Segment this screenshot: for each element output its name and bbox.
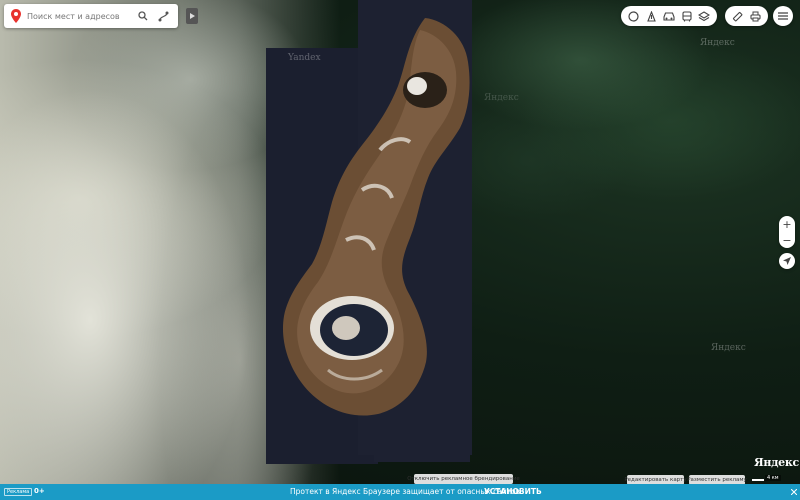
chevron-right-icon <box>189 13 195 19</box>
zoom-in-button[interactable]: + <box>779 216 795 232</box>
island-terrain <box>282 18 470 416</box>
navigation-arrow-icon <box>783 257 791 265</box>
geolocation-button[interactable] <box>779 253 795 269</box>
layer-controls <box>621 6 717 26</box>
traffic-icon[interactable] <box>643 6 661 26</box>
car-icon[interactable] <box>660 6 678 26</box>
bus-icon[interactable] <box>678 6 696 26</box>
age-rating: 0+ <box>34 487 45 495</box>
search-input[interactable] <box>25 6 133 26</box>
zoom-control: + − <box>779 216 795 248</box>
yandex-logo: Яндекс <box>754 456 799 469</box>
tool-controls <box>725 6 768 26</box>
disable-branding-button[interactable]: Отключить рекламное брендирование <box>407 474 520 484</box>
hamburger-icon <box>778 12 788 20</box>
map-watermark: Яндекс <box>700 38 735 48</box>
zoom-out-button[interactable]: − <box>779 232 795 248</box>
ocean-haze <box>470 0 800 484</box>
layers-icon[interactable] <box>695 6 713 26</box>
map-watermark: Яндекс <box>711 343 746 353</box>
close-icon[interactable] <box>790 486 798 498</box>
menu-button[interactable] <box>773 6 793 26</box>
location-pin-icon <box>7 4 25 28</box>
scale-line <box>752 479 764 481</box>
install-button[interactable]: УСТАНОВИТЬ <box>484 487 542 496</box>
imagery-tile <box>374 440 470 462</box>
panel-toggle-button[interactable] <box>186 8 198 24</box>
promo-banner[interactable]: Реклама 0+ Протект в Яндекс Браузере защ… <box>0 484 800 500</box>
map-watermark: Yandex <box>288 53 321 63</box>
scale-bar: 4 км <box>752 473 788 483</box>
search-box <box>4 4 178 28</box>
ruler-icon[interactable] <box>729 6 747 26</box>
satellite-map[interactable]: Yandex Яндекс Яндекс Яндекс <box>0 0 800 484</box>
map-watermark: Яндекс <box>484 93 519 103</box>
search-icon[interactable] <box>133 4 153 28</box>
route-icon[interactable] <box>153 4 173 28</box>
print-icon[interactable] <box>747 6 765 26</box>
metro-icon[interactable] <box>625 6 643 26</box>
ad-badge: Реклама <box>4 488 33 496</box>
scale-label: 4 км <box>765 475 781 481</box>
